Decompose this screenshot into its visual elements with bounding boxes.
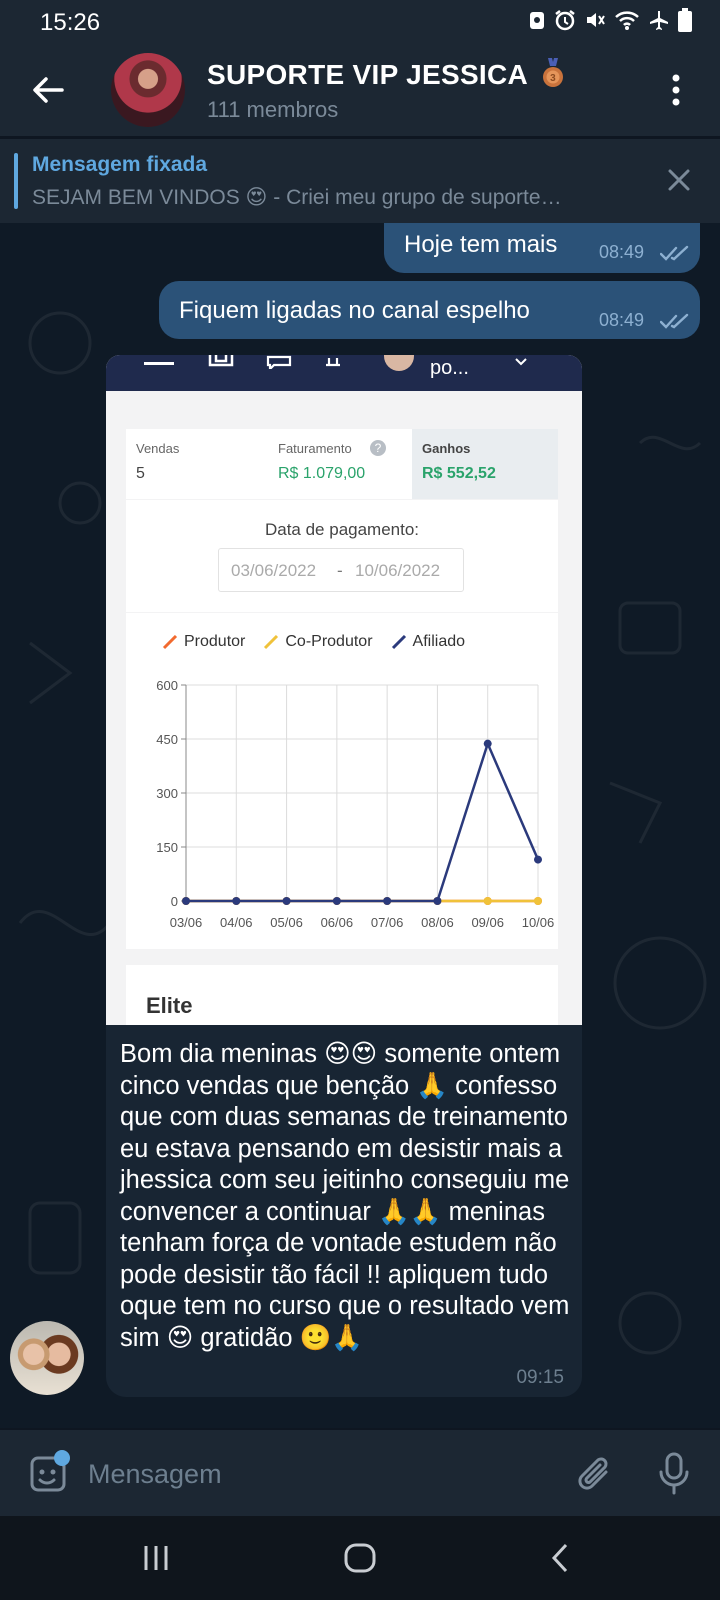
- message-time: 08:49: [599, 242, 645, 262]
- y-tick-label: 0: [171, 894, 178, 909]
- stats-card: Vendas 5 Faturamento ? R$ 1.079,00 Ganho…: [126, 429, 558, 499]
- outgoing-message[interactable]: Fiquem ligadas no canal espelho 08:49: [159, 281, 700, 339]
- pinned-label: Mensagem fixada: [32, 153, 208, 176]
- stat-value: 5: [136, 465, 145, 482]
- notification-icon: [530, 12, 544, 29]
- x-tick-label: 03/06: [170, 915, 203, 930]
- mute-icon: [587, 13, 605, 27]
- chat-area[interactable]: Hoje tem mais 08:49 Fiquem ligadas no ca…: [0, 223, 720, 1428]
- pinned-preview: SEJAM BEM VINDOS 😍 - Criei meu grupo de …: [32, 186, 562, 209]
- stat-label: Vendas: [136, 441, 180, 456]
- next-card-title: Elite: [146, 993, 193, 1018]
- shop-icon: [208, 355, 234, 367]
- message-text: Bom dia meninas 😍😍 somente ontem cinco v…: [120, 1040, 570, 1352]
- data-point: [383, 897, 392, 905]
- message-composer: [0, 1430, 720, 1516]
- message-time: 08:49: [599, 310, 645, 330]
- x-tick-label: 09/06: [471, 915, 504, 930]
- x-tick-label: 07/06: [371, 915, 404, 930]
- x-tick-label: 05/06: [270, 915, 303, 930]
- wifi-icon: [615, 11, 639, 30]
- message-text: Hoje tem mais: [404, 231, 558, 258]
- next-card: Elite: [126, 965, 558, 1025]
- read-checkmarks-icon: [660, 245, 689, 261]
- data-point: [534, 855, 542, 864]
- date-to: 10/06/2022: [355, 561, 441, 580]
- bronze-medal-icon: 3: [543, 58, 564, 87]
- system-navigation-bar: [0, 1516, 720, 1600]
- stat-vendas: Vendas 5: [126, 429, 268, 499]
- profile-name: po...: [430, 357, 469, 379]
- stat-label: Ganhos: [422, 441, 471, 456]
- status-bar: 15:26: [0, 0, 720, 44]
- data-point: [182, 897, 190, 905]
- date-separator: -: [337, 561, 343, 580]
- data-point: [232, 897, 241, 905]
- airplane-mode-icon: [650, 11, 668, 30]
- data-point: [282, 897, 291, 905]
- chat-icon: [266, 355, 292, 369]
- status-icons: [528, 8, 692, 32]
- chat-title[interactable]: SUPORTE VIP JESSICA 3: [207, 58, 565, 91]
- x-tick-label: 04/06: [220, 915, 253, 930]
- screenshot-topbar: po...: [106, 355, 582, 391]
- message-input[interactable]: [88, 1454, 528, 1494]
- x-tick-label: 06/06: [321, 915, 354, 930]
- stat-ganhos: Ganhos R$ 552,52: [412, 429, 558, 499]
- y-tick-label: 150: [156, 840, 178, 855]
- new-sticker-badge: [54, 1450, 70, 1466]
- chat-title-text: SUPORTE VIP JESSICA: [207, 59, 528, 90]
- profile-avatar: [384, 355, 414, 371]
- date-from: 03/06/2022: [231, 561, 317, 580]
- chevron-down-icon: [515, 358, 527, 366]
- x-tick-label: 10/06: [522, 915, 555, 930]
- bell-icon: [326, 358, 340, 367]
- battery-icon: [678, 8, 692, 32]
- date-filter-card: Data de pagamento: 03/06/2022 - 10/06/20…: [126, 500, 558, 612]
- data-point: [483, 897, 492, 905]
- nav-back-icon[interactable]: [550, 1542, 570, 1574]
- help-icon: ?: [370, 440, 386, 456]
- y-tick-label: 450: [156, 732, 178, 747]
- data-point: [534, 897, 542, 905]
- y-tick-label: 600: [156, 678, 178, 693]
- line-chart: 0 150 300 450 600 03/06 04/06 05/06 06/06 07/06 08…: [156, 678, 555, 930]
- message-time: 09:15: [516, 1367, 564, 1388]
- stat-value: R$ 552,52: [422, 465, 496, 482]
- read-checkmarks-icon: [660, 313, 689, 329]
- incoming-message[interactable]: Bom dia meninas 😍😍 somente ontem cinco v…: [106, 1025, 582, 1397]
- outgoing-message[interactable]: Hoje tem mais 08:49: [384, 223, 700, 273]
- image-message[interactable]: po... Vendas 5 Faturamento ? R$ 1.079,00…: [106, 355, 582, 1025]
- hamburger-icon: [144, 362, 174, 365]
- sender-avatar[interactable]: [10, 1321, 84, 1395]
- more-options-icon[interactable]: [670, 72, 682, 108]
- member-count: 111 membros: [207, 97, 339, 122]
- microphone-icon[interactable]: [658, 1452, 690, 1496]
- status-time: 15:26: [40, 9, 101, 36]
- pinned-message-bar[interactable]: Mensagem fixada SEJAM BEM VINDOS 😍 - Cri…: [0, 139, 720, 223]
- data-point: [332, 897, 341, 905]
- data-point: [433, 897, 442, 905]
- series-line: [186, 740, 540, 903]
- date-range-field: 03/06/2022 - 10/06/2022: [218, 548, 464, 592]
- y-tick-label: 300: [156, 786, 178, 801]
- x-tick-label: 08/06: [421, 915, 454, 930]
- data-point: [483, 739, 492, 748]
- svg-text:3: 3: [550, 73, 556, 84]
- stat-value: R$ 1.079,00: [278, 465, 366, 482]
- stat-label: Faturamento: [278, 441, 352, 456]
- recent-apps-icon[interactable]: [140, 1542, 172, 1574]
- home-icon[interactable]: [343, 1542, 377, 1574]
- chat-header: SUPORTE VIP JESSICA 3 111 membros: [0, 44, 720, 136]
- date-label: Data de pagamento:: [264, 520, 420, 539]
- pinned-accent-bar: [14, 153, 18, 209]
- message-text: Fiquem ligadas no canal espelho: [179, 297, 530, 324]
- close-icon[interactable]: [666, 167, 692, 193]
- paperclip-icon[interactable]: [574, 1452, 616, 1496]
- chart-card: Produtor Co-Produtor Afiliado 0 150 300 450…: [126, 613, 558, 949]
- back-arrow-icon[interactable]: [28, 70, 68, 110]
- stat-faturamento: Faturamento ? R$ 1.079,00: [268, 429, 412, 499]
- alarm-icon: [555, 10, 575, 31]
- group-avatar[interactable]: [111, 53, 185, 127]
